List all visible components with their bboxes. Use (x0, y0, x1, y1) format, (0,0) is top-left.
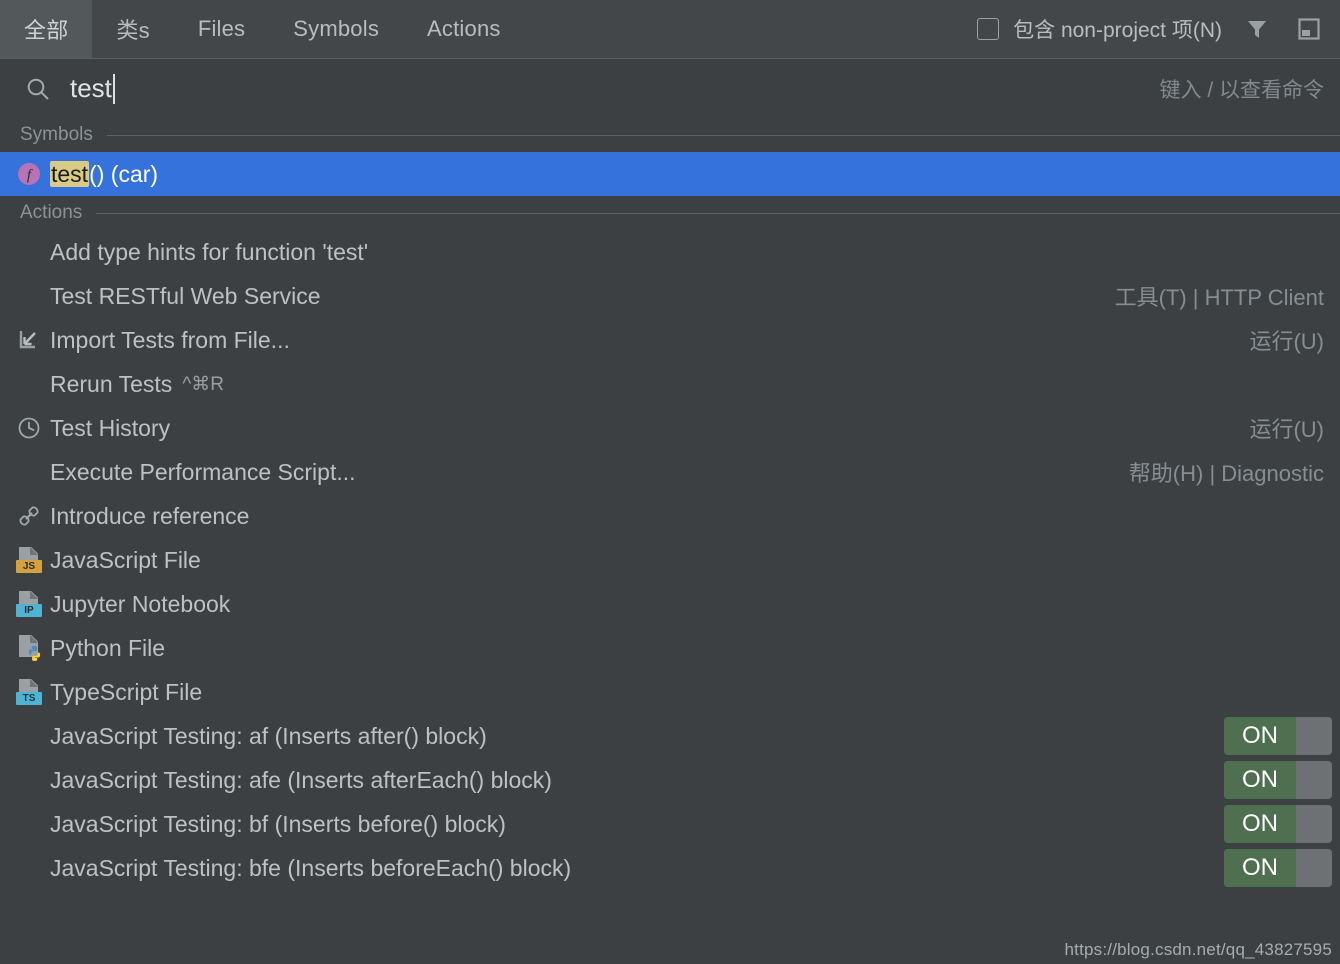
tab-actions[interactable]: Actions (403, 0, 525, 58)
toggle-knob[interactable] (1296, 717, 1332, 755)
result-row-selected[interactable]: f test() (car) (0, 152, 1340, 196)
toggle-knob[interactable] (1296, 849, 1332, 887)
group-separator (106, 134, 1340, 136)
result-row-label: test() (car) (50, 160, 159, 188)
window-preview-icon[interactable] (1292, 12, 1326, 46)
header-right-controls: 包含 non-project 项(N) (977, 0, 1340, 58)
result-row[interactable]: Execute Performance Script... 帮助(H) | Dia… (0, 450, 1340, 494)
group-actions: Actions (0, 196, 1340, 230)
include-non-project-checkbox[interactable]: 包含 non-project 项(N) (977, 14, 1222, 44)
result-row-label: TypeScript File (50, 678, 203, 705)
result-row[interactable]: Rerun Tests ^⌘R (0, 362, 1340, 406)
tab-files[interactable]: Files (174, 0, 269, 58)
result-row-label: JavaScript Testing: af (Inserts after() … (50, 722, 487, 749)
result-row-label-rest: () (car) (89, 160, 159, 187)
tab-label: 类s (116, 18, 150, 43)
link-icon (14, 501, 44, 531)
result-row[interactable]: Python File (0, 626, 1340, 670)
toggle-knob[interactable] (1296, 761, 1332, 799)
result-row-label: JavaScript Testing: bfe (Inserts beforeE… (50, 854, 572, 881)
toggle-on-label: ON (1224, 805, 1296, 843)
result-row[interactable]: Add type hints for function 'test' (0, 230, 1340, 274)
result-row-label: Add type hints for function 'test' (50, 238, 369, 265)
group-symbols: Symbols (0, 118, 1340, 152)
result-row[interactable]: JavaScript Testing: bfe (Inserts beforeE… (0, 846, 1340, 890)
live-template-toggle[interactable]: ON (1224, 849, 1332, 887)
search-hint: 键入 / 以查看命令 (1159, 78, 1324, 102)
tab-classes[interactable]: 类s (92, 0, 173, 58)
toggle-on-label: ON (1224, 717, 1296, 755)
result-row[interactable]: IP Jupyter Notebook (0, 582, 1340, 626)
result-row-label: Execute Performance Script... (50, 458, 356, 485)
toggle-knob[interactable] (1296, 805, 1332, 843)
filter-icon[interactable] (1240, 12, 1274, 46)
toggle-on-label: ON (1224, 849, 1296, 887)
result-row-label: Rerun Tests (50, 370, 173, 397)
result-row-label: Python File (50, 634, 166, 661)
result-row-label: Introduce reference (50, 502, 250, 529)
text-caret (112, 73, 115, 104)
group-title: Actions (20, 202, 83, 223)
result-row-label: JavaScript Testing: afe (Inserts afterEa… (50, 766, 552, 793)
results-list: Symbols f test() (car) Actions Add type hint… (0, 118, 1340, 890)
tab-label: 全部 (24, 18, 69, 43)
result-row[interactable]: Test RESTful Web Service 工具(T) | HTTP Cli… (0, 274, 1340, 318)
search-icon (24, 75, 52, 103)
live-template-toggle[interactable]: ON (1224, 805, 1332, 843)
result-row-location: 工具(T) | HTTP Client (1114, 285, 1324, 310)
tab-symbols[interactable]: Symbols (269, 0, 403, 58)
result-row-location: 运行(U) (1249, 417, 1324, 442)
toggle-on-label: ON (1224, 761, 1296, 799)
js-file-icon: JS (14, 545, 44, 575)
result-row[interactable]: Introduce reference (0, 494, 1340, 538)
result-row-label: JavaScript File (50, 546, 201, 573)
clock-icon (14, 413, 44, 443)
tab-label: Files (197, 16, 246, 41)
ipynb-file-icon: IP (14, 589, 44, 619)
dialog-header: 全部 类s Files Symbols Actions 包含 non-project 项… (0, 0, 1340, 58)
match-highlight: test (50, 160, 90, 187)
checkbox-box[interactable] (977, 18, 1000, 40)
search-everywhere-dialog: 全部 类s Files Symbols Actions 包含 non-project 项… (0, 0, 1340, 964)
ts-file-icon: TS (14, 677, 44, 707)
search-input[interactable]: test (70, 73, 115, 104)
result-row[interactable]: JavaScript Testing: bf (Inserts before()… (0, 802, 1340, 846)
result-row[interactable]: JavaScript Testing: af (Inserts after() … (0, 714, 1340, 758)
result-row-label: Jupyter Notebook (50, 590, 231, 617)
tab-bar: 全部 类s Files Symbols Actions (0, 0, 525, 58)
group-title: Symbols (20, 124, 93, 145)
result-row-label: Test RESTful Web Service (50, 282, 321, 309)
function-icon: f (14, 159, 44, 189)
result-row-label: Test History (50, 414, 171, 441)
search-input-value: test (70, 73, 112, 103)
result-row-shortcut: ^⌘R (182, 373, 224, 395)
tab-label: Actions (427, 16, 501, 41)
result-row[interactable]: JS JavaScript File (0, 538, 1340, 582)
tab-all[interactable]: 全部 (0, 0, 93, 58)
watermark: https://blog.csdn.net/qq_43827595 (1064, 940, 1332, 959)
python-file-icon (14, 633, 44, 663)
result-row-label: Import Tests from File... (50, 326, 290, 353)
import-icon (14, 325, 44, 355)
result-row[interactable]: JavaScript Testing: afe (Inserts afterEa… (0, 758, 1340, 802)
result-row-location: 帮助(H) | Diagnostic (1128, 461, 1324, 486)
checkbox-label: 包含 non-project 项(N) (1013, 19, 1222, 42)
result-row-label: JavaScript Testing: bf (Inserts before()… (50, 810, 506, 837)
result-row[interactable]: TS TypeScript File (0, 670, 1340, 714)
live-template-toggle[interactable]: ON (1224, 761, 1332, 799)
result-row-location: 运行(U) (1249, 329, 1324, 354)
search-bar[interactable]: test 键入 / 以查看命令 (0, 58, 1340, 118)
result-row[interactable]: Test History 运行(U) (0, 406, 1340, 450)
result-row[interactable]: Import Tests from File... 运行(U) (0, 318, 1340, 362)
live-template-toggle[interactable]: ON (1224, 717, 1332, 755)
tab-label: Symbols (293, 16, 380, 41)
group-separator (96, 212, 1340, 214)
